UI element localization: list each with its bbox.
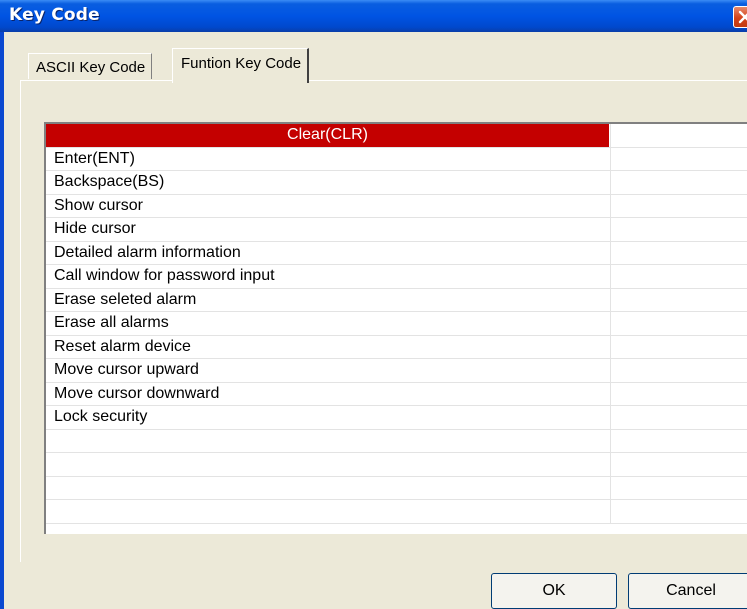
list-item[interactable]: Lock security [46, 406, 747, 430]
list-item[interactable]: Move cursor downward [46, 382, 747, 406]
list-item[interactable]: Clear(CLR) [46, 124, 747, 148]
list-item[interactable]: Erase seleted alarm [46, 288, 747, 312]
list-item[interactable]: Reset alarm device [46, 335, 747, 359]
list-item[interactable]: Call window for password input [46, 265, 747, 289]
cancel-button[interactable]: Cancel [628, 573, 747, 609]
function-key-list[interactable]: Clear(CLR) Enter(ENT) Backspace(BS) Show… [44, 122, 747, 534]
list-item[interactable]: Enter(ENT) [46, 147, 747, 171]
title-bar[interactable]: Key Code [0, 0, 747, 32]
ok-button[interactable]: OK [491, 573, 617, 609]
list-item[interactable] [46, 429, 747, 453]
window-title: Key Code [9, 5, 100, 25]
list-item[interactable]: Erase all alarms [46, 312, 747, 336]
list-item[interactable]: Backspace(BS) [46, 171, 747, 195]
list-item[interactable]: Move cursor upward [46, 359, 747, 383]
list-item[interactable]: Show cursor [46, 194, 747, 218]
list-item[interactable]: Hide cursor [46, 218, 747, 242]
list-item[interactable] [46, 500, 747, 524]
list-item[interactable] [46, 476, 747, 500]
close-button[interactable] [733, 6, 747, 28]
list-item[interactable]: Detailed alarm information [46, 241, 747, 265]
list-item[interactable] [46, 453, 747, 477]
tab-function-key-code[interactable]: Funtion Key Code [172, 48, 310, 83]
close-icon [738, 10, 747, 24]
tab-ascii-key-code[interactable]: ASCII Key Code [28, 53, 153, 79]
window-frame [0, 32, 4, 609]
